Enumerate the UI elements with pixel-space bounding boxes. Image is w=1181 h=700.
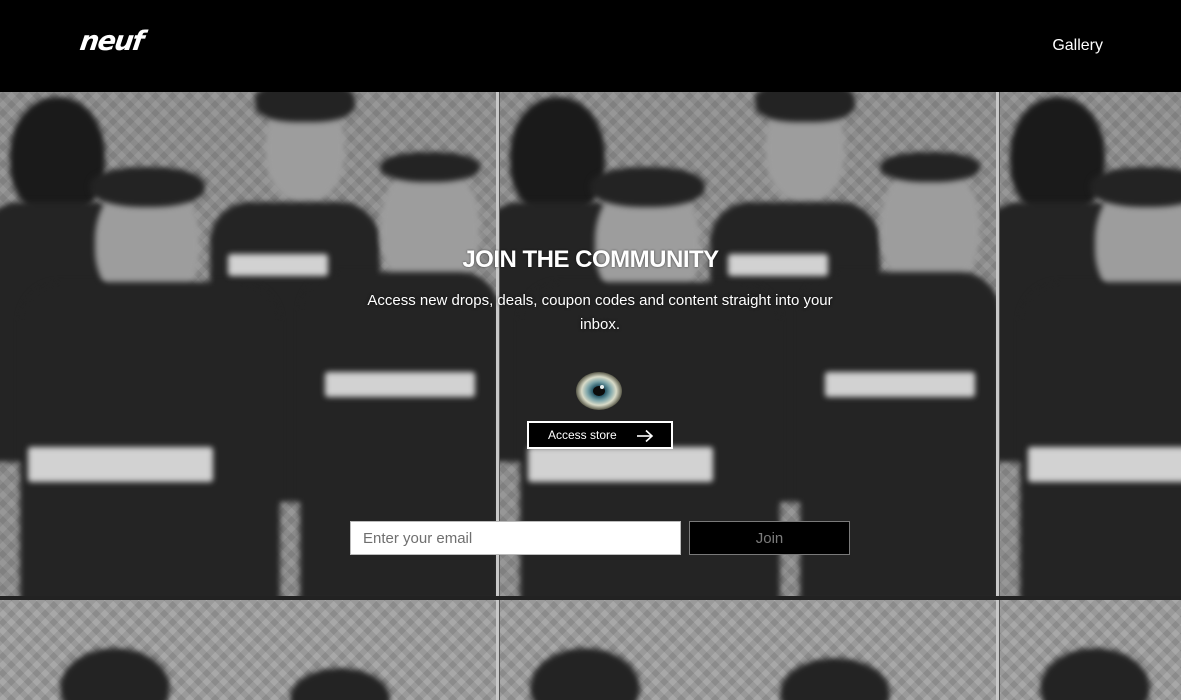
access-store-button[interactable]: Access store	[527, 421, 673, 449]
email-input[interactable]	[350, 521, 681, 555]
eye-icon	[576, 372, 622, 410]
page-title: JOIN THE COMMUNITY	[462, 246, 719, 273]
access-store-label: Access store	[548, 428, 617, 442]
signup-overlay: JOIN THE COMMUNITY Access new drops, dea…	[0, 0, 1181, 700]
page-subtitle: Access new drops, deals, coupon codes an…	[367, 292, 833, 333]
join-button[interactable]: Join	[689, 521, 850, 555]
arrow-right-icon	[637, 429, 654, 443]
